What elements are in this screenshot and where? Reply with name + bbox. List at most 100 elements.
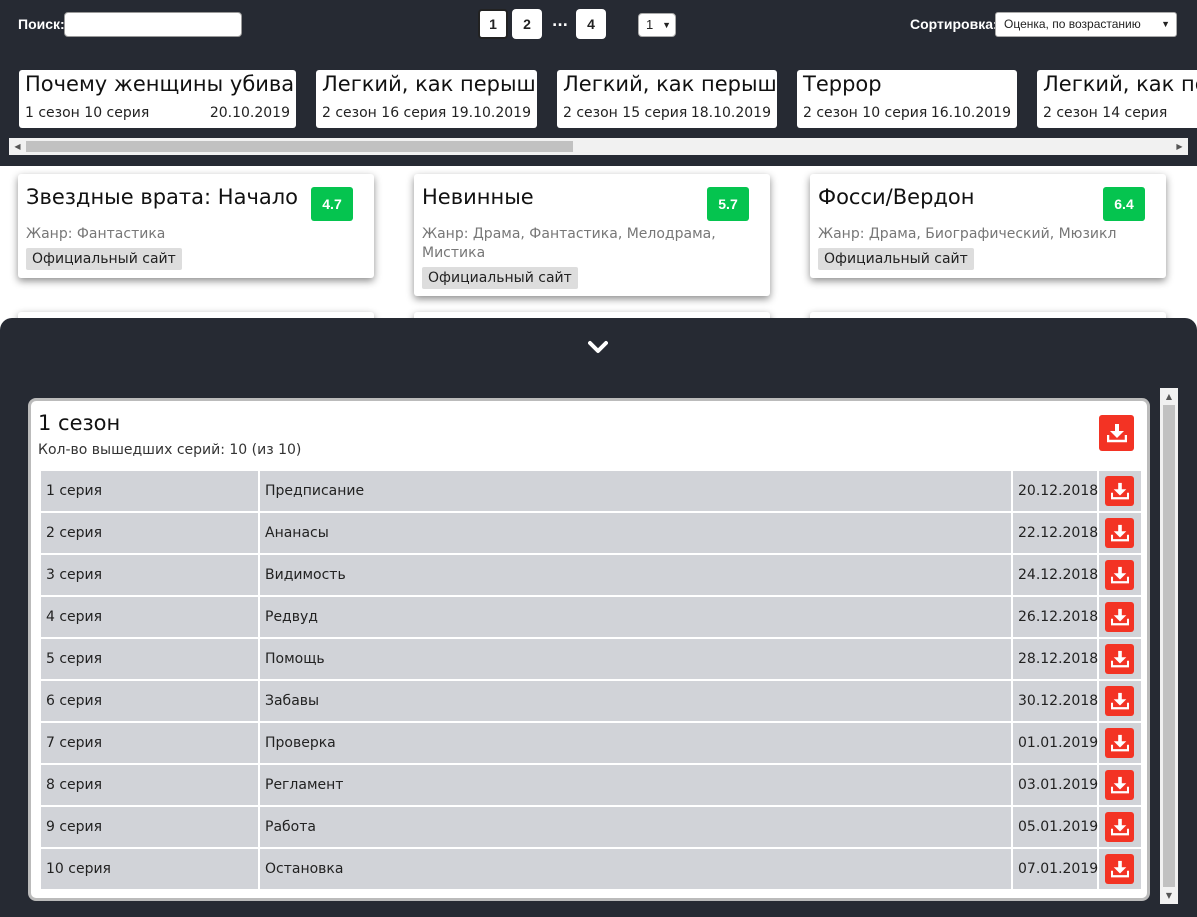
episode-download-button[interactable] bbox=[1105, 686, 1134, 716]
show-genre-line: Жанр: Драма, Фантастика, Мелодрама, bbox=[422, 226, 716, 242]
episode-download-cell bbox=[1099, 765, 1141, 805]
page-select[interactable]: 1 ▼ bbox=[638, 13, 676, 37]
rating-badge: 5.7 bbox=[707, 187, 749, 221]
official-site-link[interactable]: Официальный сайт bbox=[818, 248, 974, 270]
episode-download-cell bbox=[1099, 849, 1141, 889]
official-site-link[interactable]: Официальный сайт bbox=[422, 267, 578, 289]
arrow-left-icon[interactable]: ◀ bbox=[9, 138, 26, 155]
show-card[interactable]: Звездные врата: Начало 4.7 Жанр: Фантаст… bbox=[18, 174, 374, 278]
download-icon bbox=[1110, 734, 1129, 752]
episode-name: Регламент bbox=[260, 765, 1011, 805]
show-card[interactable]: Фосси/Вердон 6.4 Жанр: Драма, Биографиче… bbox=[810, 174, 1166, 278]
season-download-button[interactable] bbox=[1099, 415, 1134, 451]
table-row: 6 серия Забавы 30.12.2018 bbox=[40, 680, 1141, 722]
recent-title: Террор bbox=[803, 72, 882, 96]
episode-download-cell bbox=[1099, 513, 1141, 553]
episode-date: 05.01.2019 bbox=[1013, 807, 1098, 847]
episode-name: Редвуд bbox=[260, 597, 1011, 637]
download-icon bbox=[1106, 424, 1127, 443]
episode-download-cell bbox=[1099, 807, 1141, 847]
scrollbar-thumb[interactable] bbox=[26, 141, 573, 152]
recent-episode-card[interactable]: Легкий, как перышко 2 сезон 16 серия 19.… bbox=[316, 70, 537, 128]
download-icon bbox=[1110, 776, 1129, 794]
episode-number: 10 серия bbox=[41, 849, 258, 889]
episode-number: 4 серия bbox=[41, 597, 258, 637]
episode-download-button[interactable] bbox=[1105, 560, 1134, 590]
download-icon bbox=[1110, 692, 1129, 710]
recent-episode-card[interactable]: Почему женщины убивают 1 сезон 10 серия … bbox=[19, 70, 296, 128]
episode-download-button[interactable] bbox=[1105, 812, 1134, 842]
download-icon bbox=[1110, 482, 1129, 500]
episode-name: Видимость bbox=[260, 555, 1011, 595]
episode-download-button[interactable] bbox=[1105, 728, 1134, 758]
episode-date: 24.12.2018 bbox=[1013, 555, 1098, 595]
table-row: 2 серия Ананасы 22.12.2018 bbox=[40, 512, 1141, 554]
chevron-down-icon[interactable] bbox=[588, 340, 608, 354]
download-icon bbox=[1110, 860, 1129, 878]
scrollbar-thumb[interactable] bbox=[1163, 405, 1175, 887]
episode-date: 20.12.2018 bbox=[1013, 471, 1098, 511]
episode-date: 30.12.2018 bbox=[1013, 681, 1098, 721]
recent-title: Легкий, как перышко bbox=[1043, 72, 1197, 96]
season-title: 1 сезон bbox=[38, 411, 121, 435]
episode-name: Ананасы bbox=[260, 513, 1011, 553]
recent-episode-card[interactable]: Террор 2 сезон 10 серия 16.10.2019 bbox=[797, 70, 1017, 128]
show-genre-line: Мистика bbox=[422, 245, 486, 261]
search-label: Поиск: bbox=[18, 16, 65, 32]
recent-episode-card[interactable]: Легкий, как перышко 2 сезон 14 серия bbox=[1037, 70, 1197, 128]
recent-episode: 2 сезон 16 серия bbox=[322, 105, 447, 121]
vertical-scrollbar[interactable]: ▲ ▼ bbox=[1160, 388, 1178, 904]
table-row: 7 серия Проверка 01.01.2019 bbox=[40, 722, 1141, 764]
arrow-down-icon[interactable]: ▼ bbox=[1160, 887, 1178, 904]
download-icon bbox=[1110, 650, 1129, 668]
download-icon bbox=[1110, 818, 1129, 836]
episode-number: 5 серия bbox=[41, 639, 258, 679]
recent-episode: 2 сезон 14 серия bbox=[1043, 105, 1168, 121]
recent-episode: 2 сезон 10 серия bbox=[803, 105, 928, 121]
download-icon bbox=[1110, 524, 1129, 542]
episode-download-button[interactable] bbox=[1105, 854, 1134, 884]
official-site-link[interactable]: Официальный сайт bbox=[26, 248, 182, 270]
episode-download-button[interactable] bbox=[1105, 476, 1134, 506]
sort-select-value: Оценка, по возрастанию bbox=[1004, 17, 1141, 31]
recent-episode-card[interactable]: Легкий, как перышко 2 сезон 15 серия 18.… bbox=[557, 70, 777, 128]
episode-number: 7 серия bbox=[41, 723, 258, 763]
show-genre: Жанр: Драма, Биографический, Мюзикл bbox=[818, 226, 1117, 242]
recent-date: 16.10.2019 bbox=[930, 105, 1011, 121]
episode-date: 07.01.2019 bbox=[1013, 849, 1098, 889]
table-row: 8 серия Регламент 03.01.2019 bbox=[40, 764, 1141, 806]
search-input[interactable] bbox=[64, 12, 242, 37]
episode-download-button[interactable] bbox=[1105, 770, 1134, 800]
table-row: 4 серия Редвуд 26.12.2018 bbox=[40, 596, 1141, 638]
show-genre: Жанр: Фантастика bbox=[26, 226, 166, 242]
recent-date: 18.10.2019 bbox=[690, 105, 771, 121]
episode-download-button[interactable] bbox=[1105, 518, 1134, 548]
page-button-1[interactable]: 1 bbox=[478, 9, 508, 39]
episode-name: Забавы bbox=[260, 681, 1011, 721]
pagination-ellipsis: ... bbox=[552, 14, 568, 30]
episode-download-button[interactable] bbox=[1105, 644, 1134, 674]
caret-down-icon: ▼ bbox=[662, 20, 671, 30]
episode-download-cell bbox=[1099, 471, 1141, 511]
episode-name: Остановка bbox=[260, 849, 1011, 889]
arrow-right-icon[interactable]: ▶ bbox=[1171, 138, 1188, 155]
sort-label: Сортировка: bbox=[910, 16, 998, 32]
table-row: 5 серия Помощь 28.12.2018 bbox=[40, 638, 1141, 680]
arrow-up-icon[interactable]: ▲ bbox=[1160, 388, 1178, 405]
top-bar: Поиск: 1 2 ... 4 1 ▼ Сортировка: Оценка,… bbox=[0, 0, 1197, 166]
show-card[interactable]: Невинные 5.7 Жанр: Драма, Фантастика, Ме… bbox=[414, 174, 770, 296]
table-row: 10 серия Остановка 07.01.2019 bbox=[40, 848, 1141, 890]
sort-select[interactable]: Оценка, по возрастанию ▼ bbox=[995, 12, 1177, 37]
episode-number: 8 серия bbox=[41, 765, 258, 805]
episode-name: Предписание bbox=[260, 471, 1011, 511]
episode-number: 3 серия bbox=[41, 555, 258, 595]
episode-date: 03.01.2019 bbox=[1013, 765, 1098, 805]
page-button-4[interactable]: 4 bbox=[576, 9, 606, 39]
episode-download-cell bbox=[1099, 639, 1141, 679]
page-button-2[interactable]: 2 bbox=[512, 9, 542, 39]
rating-badge: 6.4 bbox=[1103, 187, 1145, 221]
episode-download-button[interactable] bbox=[1105, 602, 1134, 632]
horizontal-scrollbar[interactable]: ◀ ▶ bbox=[9, 138, 1188, 155]
recent-title: Почему женщины убивают bbox=[25, 72, 296, 96]
episode-number: 1 серия bbox=[41, 471, 258, 511]
